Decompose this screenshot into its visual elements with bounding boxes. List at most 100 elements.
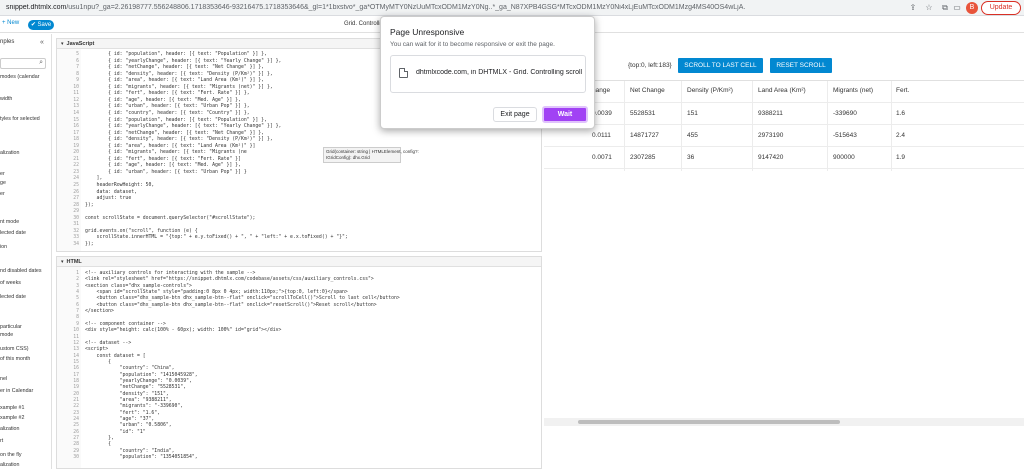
sidebar-item[interactable]: er — [0, 171, 5, 177]
sidebar-item[interactable]: alization — [0, 462, 19, 468]
scroll-state-label: {top:0, left:183} — [628, 62, 672, 69]
extensions-icon[interactable]: ⧉ — [940, 3, 950, 13]
sidebar-item[interactable]: lected date — [0, 230, 26, 236]
new-button[interactable]: + New — [2, 20, 19, 26]
table-cell[interactable]: 36 — [687, 154, 694, 161]
sidebar-item[interactable]: xample #1 — [0, 405, 24, 411]
code-line: { id: "age", header: [{ text: "Med. Age"… — [85, 163, 241, 169]
line-number: 20 — [73, 391, 79, 397]
grid-horizontal-scrollbar[interactable] — [544, 418, 1024, 426]
collapse-triangle-icon[interactable]: ▾ — [61, 259, 64, 265]
unresponsive-tab-label: dhtmlxcode.com, in DHTMLX - Grid. Contro… — [416, 69, 582, 76]
table-row[interactable] — [544, 147, 1024, 169]
code-line: "area": "9388211", — [85, 398, 172, 403]
table-cell[interactable]: 2973190 — [758, 132, 783, 139]
table-row[interactable] — [544, 125, 1024, 147]
sidebar-item[interactable]: er in Calendar — [0, 388, 33, 394]
sidebar-item[interactable]: nt mode — [0, 219, 19, 225]
table-cell[interactable]: -339690 — [833, 110, 857, 117]
scroll-to-last-cell-button[interactable]: SCROLL TO LAST CELL — [678, 58, 763, 73]
javascript-panel-title: JavaScript — [66, 40, 95, 47]
code-line: { id: "netChange", header: [{ text: "Net… — [85, 65, 265, 71]
sidebar-item[interactable]: alization — [0, 150, 19, 156]
html-panel-title: HTML — [66, 258, 82, 265]
table-cell[interactable]: 9147420 — [758, 154, 783, 161]
sidepanel-icon[interactable]: ▭ — [952, 3, 962, 13]
line-number: 5 — [76, 52, 79, 57]
line-number: 16 — [73, 124, 79, 130]
table-cell[interactable]: -515643 — [833, 132, 857, 139]
sidebar-item[interactable]: ion — [0, 244, 7, 250]
collapse-triangle-icon[interactable]: ▾ — [61, 41, 64, 47]
table-cell[interactable]: 1.6 — [896, 110, 905, 117]
sidebar-item[interactable]: lected date — [0, 294, 26, 300]
save-button[interactable]: ✔ Save — [28, 20, 54, 30]
column-header[interactable]: Net Change — [630, 87, 665, 94]
table-cell[interactable]: 2307285 — [630, 154, 655, 161]
sidebar-item[interactable]: on the fly — [0, 452, 22, 458]
dialog-message: You can wait for it to become responsive… — [390, 41, 555, 48]
code-line: <section class="dhx_sample-controls"> — [85, 283, 192, 289]
code-line: "fert": "1.6", — [85, 410, 161, 416]
data-grid[interactable]: hange Net Change Density (P/Km²) Land Area … — [544, 80, 1024, 430]
share-icon[interactable]: ⇪ — [908, 3, 918, 13]
line-number: 25 — [73, 423, 79, 429]
sidebar-item[interactable]: tyles for selected — [0, 116, 40, 122]
sidebar-item[interactable]: width — [0, 96, 12, 102]
star-icon[interactable]: ☆ — [924, 3, 934, 13]
line-number: 12 — [73, 97, 79, 103]
table-cell[interactable]: 151 — [687, 110, 698, 117]
table-cell[interactable]: 455 — [687, 132, 698, 139]
table-cell[interactable]: 0.0071 — [592, 154, 612, 161]
sidebar-item[interactable]: nd disabled dates — [0, 268, 42, 274]
exit-page-button[interactable]: Exit page — [493, 107, 537, 122]
table-cell[interactable]: 900000 — [833, 154, 855, 161]
code-line: }); — [85, 202, 94, 208]
url-field[interactable]: snippet.dhtmlx.com/usu1npu?_ga=2.2619877… — [6, 4, 846, 11]
table-cell[interactable]: 0.0111 — [592, 132, 611, 139]
column-header[interactable]: Density (P/Km²) — [687, 87, 733, 94]
sidebar-item[interactable]: of this month — [0, 356, 30, 362]
table-row[interactable] — [544, 103, 1024, 125]
sidebar-item[interactable]: rt — [0, 438, 3, 444]
sidebar-search-input[interactable]: ⌕ — [0, 58, 46, 69]
sidebar-item[interactable]: alization — [0, 426, 19, 432]
table-cell[interactable]: 5528531 — [630, 110, 655, 117]
scrollbar-thumb[interactable] — [578, 420, 840, 424]
sidebar-item[interactable]: mode — [0, 332, 13, 338]
sidebar-item[interactable]: modes (calendar — [0, 74, 39, 80]
line-number: 10 — [73, 328, 79, 334]
sidebar-item[interactable]: ustom CSS) — [0, 346, 29, 352]
html-code-editor[interactable]: 1 <!-- auxiliary controls for interacting… — [57, 267, 541, 468]
column-header[interactable]: Migrants (net) — [833, 87, 873, 94]
reset-scroll-button[interactable]: RESET SCROLL — [770, 58, 832, 73]
sidebar-item[interactable]: ge — [0, 180, 6, 186]
column-header[interactable]: Fert. — [896, 87, 909, 94]
sidebar-item[interactable]: xample #2 — [0, 415, 24, 421]
line-number: 16 — [73, 366, 79, 372]
update-button[interactable]: Update — [981, 1, 1021, 15]
line-number: 13 — [73, 104, 79, 110]
sidebar-item[interactable]: particular — [0, 324, 22, 330]
sidebar-item[interactable]: of weeks — [0, 280, 21, 286]
line-number: 29 — [73, 209, 79, 215]
column-header[interactable]: Land Area (Km²) — [758, 87, 806, 94]
table-cell[interactable]: 1.9 — [896, 154, 905, 161]
table-cell[interactable]: 14871727 — [630, 132, 659, 139]
code-line: { id: "country", header: [{ text: "Count… — [85, 110, 250, 116]
sidebar-item[interactable]: nel — [0, 376, 7, 382]
line-number: 3 — [76, 283, 79, 289]
code-line: "population": "1415045928", — [85, 372, 198, 378]
table-cell[interactable]: 9388211 — [758, 110, 783, 117]
line-number: 22 — [73, 163, 79, 169]
collapse-sidebar-icon[interactable]: « — [40, 39, 44, 46]
line-number: 26 — [73, 189, 79, 195]
dialog-title: Page Unresponsive — [390, 27, 465, 37]
html-panel-header[interactable]: ▾ HTML — [57, 257, 541, 267]
profile-avatar[interactable]: B — [966, 2, 978, 14]
table-cell[interactable]: 2.4 — [896, 132, 905, 139]
sidebar-item[interactable]: er — [0, 191, 5, 197]
line-number: 27 — [73, 436, 79, 442]
wait-button[interactable]: Wait — [542, 106, 588, 123]
line-number: 25 — [73, 183, 79, 188]
